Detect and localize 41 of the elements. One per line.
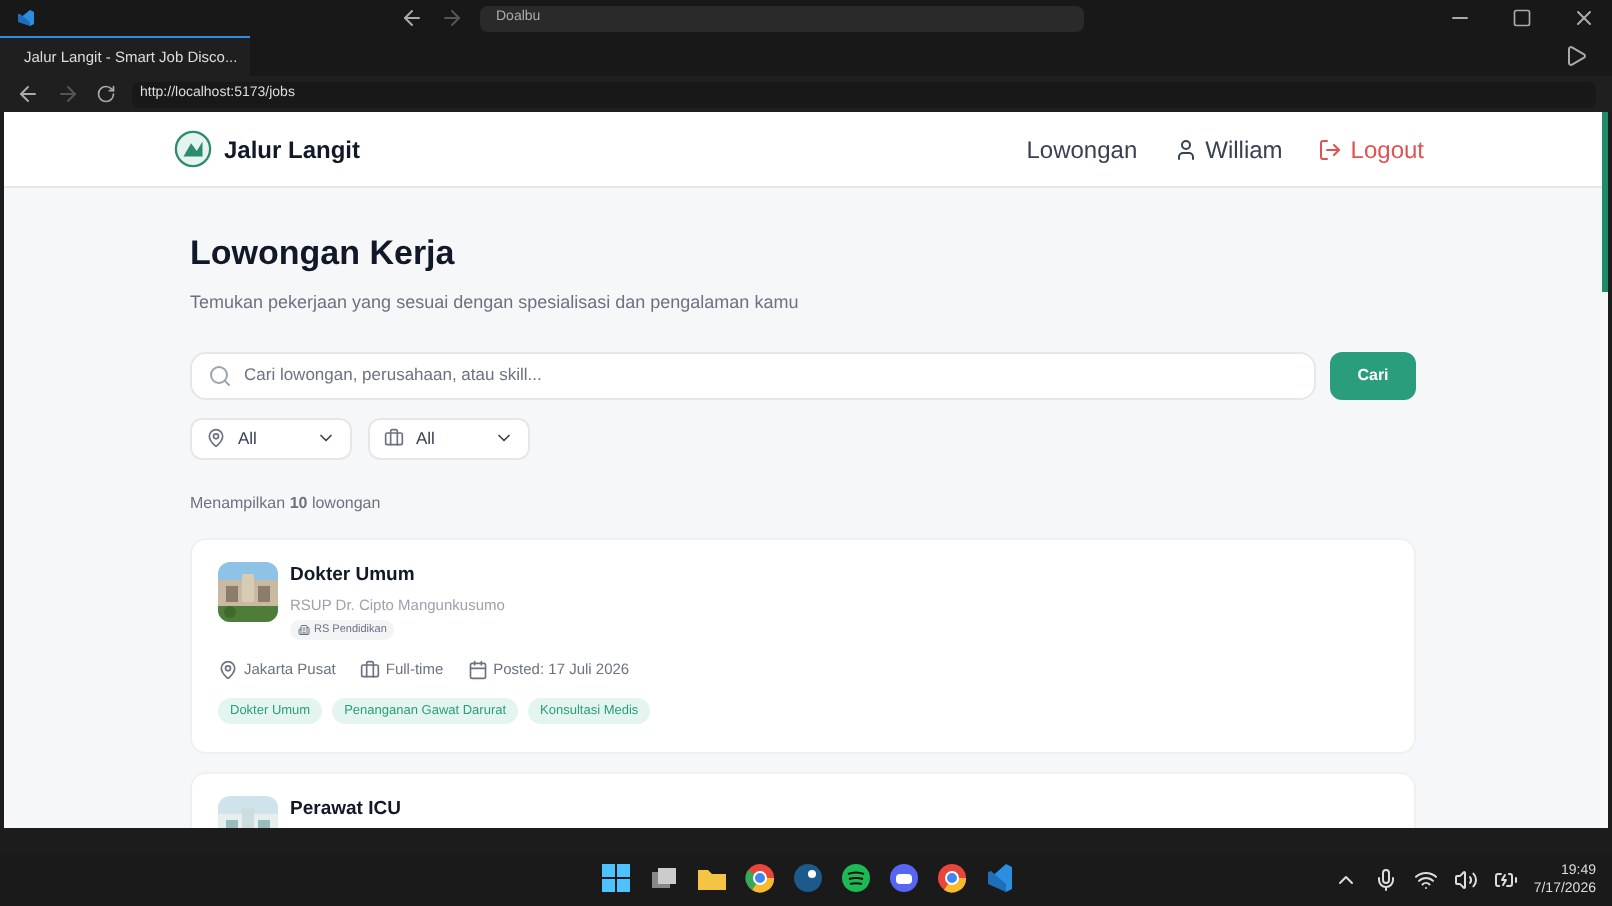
logout-icon [1318,137,1343,161]
maximize-icon[interactable] [1512,8,1532,28]
filter-dropdown[interactable]: All [190,417,352,459]
logo-icon [174,130,212,168]
start-icon[interactable] [600,862,632,894]
page-title: Lowongan Kerja [190,232,457,276]
run-icon[interactable] [1564,44,1588,68]
scrollbar[interactable] [1602,112,1608,292]
user-icon [1173,137,1198,161]
back-icon[interactable] [400,6,424,30]
volume-icon[interactable] [1453,868,1478,892]
music-icon[interactable] [840,862,872,894]
location-icon [218,659,238,680]
job-title: Dokter Umum [290,561,417,589]
task-view-icon[interactable] [648,862,680,894]
job-card[interactable]: Perawat ICU [190,772,1416,828]
building-icon [298,624,310,637]
job-title: Perawat ICU [290,796,401,825]
reload-icon[interactable] [96,84,116,104]
browser-icon[interactable] [936,862,968,894]
search-field[interactable]: Cari lowongan, perusahaan, atau skill... [244,362,1298,388]
close-icon[interactable] [1572,6,1596,30]
page-subtitle: Temukan pekerjaan yang sesuai dengan spesialisasi dan pengalaman kamu [190,290,801,316]
nav-link[interactable]: Lowongan [1026,131,1138,167]
location-icon [206,428,226,448]
calendar-icon [467,659,488,680]
forward-icon[interactable] [440,6,464,30]
browser-icon[interactable] [744,862,776,894]
filter-dropdown[interactable]: All [368,417,530,459]
brand-name: Jalur Langit [224,133,361,167]
profile-link[interactable]: William [1173,131,1283,167]
briefcase-icon [359,659,380,680]
app-logo-icon [16,8,36,28]
logout-link[interactable]: Logout [1318,131,1424,167]
battery-icon[interactable] [1493,868,1518,892]
search-icon [208,363,232,387]
back-icon[interactable] [16,82,40,106]
result-count: Menampilkan 10 lowongan [190,491,383,515]
microphone-icon[interactable] [1373,868,1398,892]
briefcase-icon [384,428,404,448]
search-bar[interactable]: Cari lowongan, perusahaan, atau skill... [190,351,1316,399]
